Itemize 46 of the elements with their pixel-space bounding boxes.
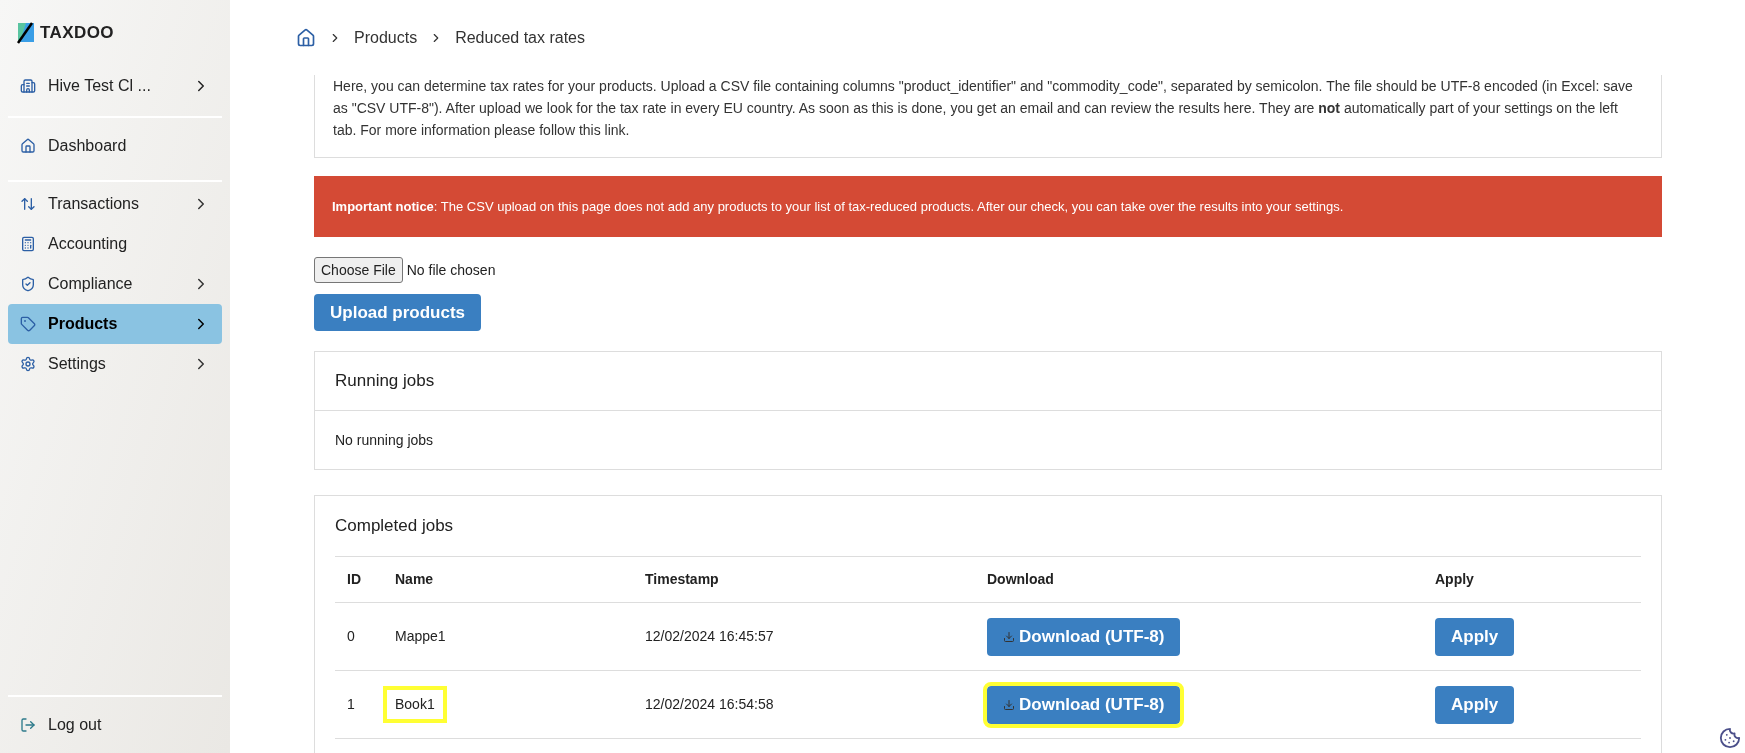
sidebar-item[interactable]: Accounting bbox=[8, 224, 222, 264]
sidebar-item[interactable]: Dashboard bbox=[8, 126, 222, 166]
card-title: Completed jobs bbox=[334, 515, 455, 538]
notice-text: Important notice: The CSV upload on this page does not add any products to your list of tax-reduced products. After our check, you can take over the results into your settings. bbox=[332, 197, 1344, 216]
sidebar-item[interactable]: Settings bbox=[8, 344, 222, 384]
file-status: No file chosen bbox=[406, 260, 496, 280]
sidebar-item[interactable]: Compliance bbox=[8, 264, 222, 304]
apply-button[interactable]: Apply bbox=[1435, 617, 1515, 656]
column-header: Apply bbox=[1423, 556, 1641, 603]
card-title: Running jobs bbox=[315, 352, 1661, 411]
breadcrumb-link[interactable]: Products bbox=[354, 25, 418, 50]
building-icon bbox=[20, 78, 36, 94]
table-cell: 12/02/2024 16:45:57 bbox=[633, 602, 975, 671]
breadcrumb-link[interactable]: Reduced tax rates bbox=[455, 25, 585, 50]
download-icon bbox=[1003, 630, 1015, 643]
table-cell-text: Mappe1 bbox=[394, 627, 447, 646]
column-header: Download bbox=[975, 556, 1423, 603]
table-cell: 0 bbox=[335, 602, 383, 671]
download-button[interactable]: Download (UTF-8) bbox=[987, 617, 1181, 656]
sidebar-item[interactable]: Transactions bbox=[8, 184, 222, 224]
table-cell: Book1 bbox=[383, 686, 447, 723]
download-icon bbox=[1003, 698, 1015, 711]
calculator-icon bbox=[20, 236, 36, 252]
logout-icon bbox=[20, 717, 36, 733]
choose-file-button[interactable]: Choose File bbox=[314, 257, 403, 283]
tag-icon bbox=[20, 316, 36, 332]
sidebar-item[interactable]: Products bbox=[8, 304, 222, 344]
settings-icon bbox=[20, 356, 36, 372]
column-header: ID bbox=[335, 556, 383, 603]
shield-check-icon bbox=[20, 276, 36, 292]
client-selector[interactable]: Hive Test Cl ... bbox=[8, 66, 222, 106]
description-text: Here, you can determine tax rates for your products. Upload a CSV file containing columns "product_identifier" and "commodity_code", separated by semicolon. The file should be UTF-8 encoded (in Excel: save as "CSV UTF-8"). After upload we look for the tax rate in every EU country. As soon as this is done, you get an email and can review the results here. They are not automatically part of your settings on the left tab. For more information please follow this link. bbox=[333, 77, 1634, 140]
up-down-arrows-icon bbox=[20, 196, 36, 212]
upload-button[interactable]: Upload products bbox=[314, 294, 482, 331]
column-header: Timestamp bbox=[633, 556, 975, 603]
cookie-icon[interactable] bbox=[1719, 727, 1741, 749]
table-cell: 1 bbox=[335, 670, 383, 739]
logout-link[interactable]: Log out bbox=[8, 697, 222, 753]
table-cell: 12/02/2024 16:54:58 bbox=[633, 670, 975, 739]
apply-button[interactable]: Apply bbox=[1435, 685, 1515, 724]
empty-message: No running jobs bbox=[334, 430, 435, 450]
logo-text: TAXDOO bbox=[40, 22, 114, 45]
logo-icon bbox=[16, 22, 36, 44]
column-header: Name bbox=[383, 556, 633, 603]
home-icon[interactable] bbox=[296, 27, 316, 48]
house-icon bbox=[20, 138, 36, 154]
